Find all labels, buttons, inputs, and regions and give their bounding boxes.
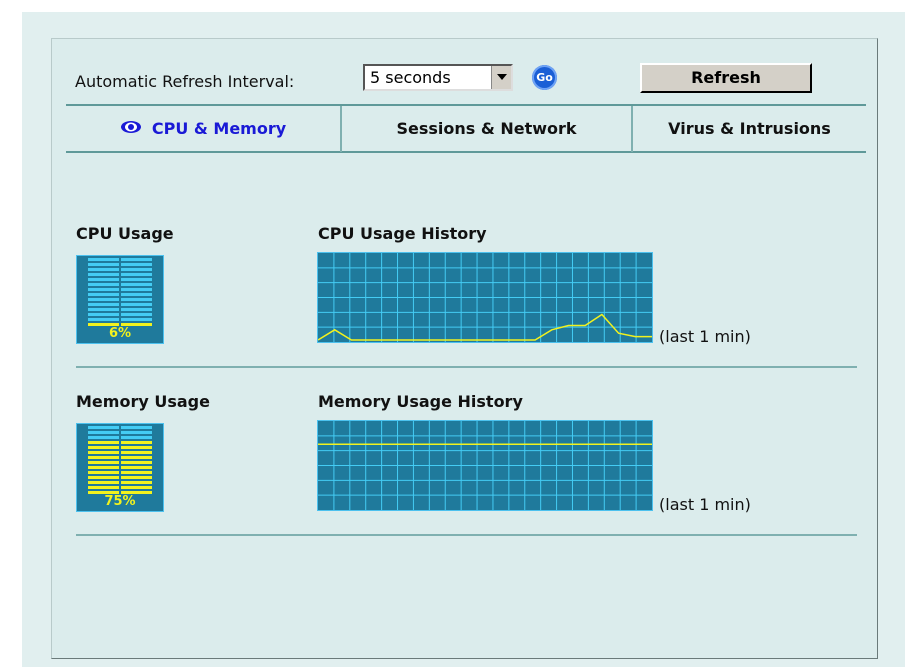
memory-usage-percent: 75% — [104, 494, 136, 509]
meter-segment — [88, 313, 152, 316]
memory-history-graph — [317, 420, 653, 511]
refresh-button[interactable]: Refresh — [640, 63, 812, 93]
meter-segment — [88, 258, 152, 261]
meter-segment — [88, 303, 152, 306]
memory-usage-meter: 75% — [76, 423, 164, 512]
memory-usage-label: Memory Usage — [76, 392, 210, 411]
meter-segment — [88, 456, 152, 459]
meter-segment — [88, 471, 152, 474]
cpu-usage-meter: 6% — [76, 255, 164, 344]
meter-segment — [88, 293, 152, 296]
meter-segment — [88, 486, 152, 489]
memory-history-caption: (last 1 min) — [659, 495, 751, 514]
section-divider — [76, 534, 857, 536]
tab-virus-intrusions[interactable]: Virus & Intrusions — [633, 106, 866, 151]
meter-segment — [88, 268, 152, 271]
tab-label: Virus & Intrusions — [668, 119, 831, 138]
meter-segment — [88, 436, 152, 439]
refresh-interval-select[interactable]: 5 seconds — [363, 64, 513, 91]
go-button[interactable]: Go — [532, 65, 557, 90]
meter-segment — [88, 288, 152, 291]
meter-segment — [88, 481, 152, 484]
section-divider — [76, 366, 857, 368]
meter-segment — [88, 283, 152, 286]
meter-segment — [88, 308, 152, 311]
eye-icon — [120, 106, 142, 151]
cpu-history-chart — [318, 253, 652, 342]
meter-segment — [88, 426, 152, 429]
meter-segment — [88, 278, 152, 281]
cpu-usage-label: CPU Usage — [76, 224, 174, 243]
refresh-interval-label: Automatic Refresh Interval: — [75, 72, 295, 91]
cpu-meter-bars — [88, 258, 152, 328]
meter-segment — [88, 461, 152, 464]
cpu-history-graph — [317, 252, 653, 343]
dropdown-arrow-icon[interactable] — [491, 66, 511, 89]
memory-history-label: Memory Usage History — [318, 392, 523, 411]
cpu-history-label: CPU Usage History — [318, 224, 487, 243]
tab-sessions-network[interactable]: Sessions & Network — [342, 106, 631, 151]
tabs-bottom-border — [66, 151, 866, 153]
meter-segment — [88, 446, 152, 449]
cpu-usage-percent: 6% — [108, 326, 132, 341]
memory-history-chart — [318, 421, 652, 510]
meter-segment — [88, 431, 152, 434]
refresh-interval-value: 5 seconds — [370, 68, 451, 87]
meter-segment — [88, 318, 152, 321]
meter-segment — [88, 466, 152, 469]
tab-label: Sessions & Network — [396, 119, 577, 138]
memory-meter-bars — [88, 426, 152, 496]
meter-segment — [88, 476, 152, 479]
meter-segment — [88, 298, 152, 301]
meter-segment — [88, 441, 152, 444]
tab-cpu-memory[interactable]: CPU & Memory — [66, 106, 340, 151]
meter-segment — [88, 273, 152, 276]
tab-label: CPU & Memory — [151, 119, 287, 138]
meter-segment — [88, 263, 152, 266]
cpu-history-caption: (last 1 min) — [659, 327, 751, 346]
meter-segment — [88, 451, 152, 454]
